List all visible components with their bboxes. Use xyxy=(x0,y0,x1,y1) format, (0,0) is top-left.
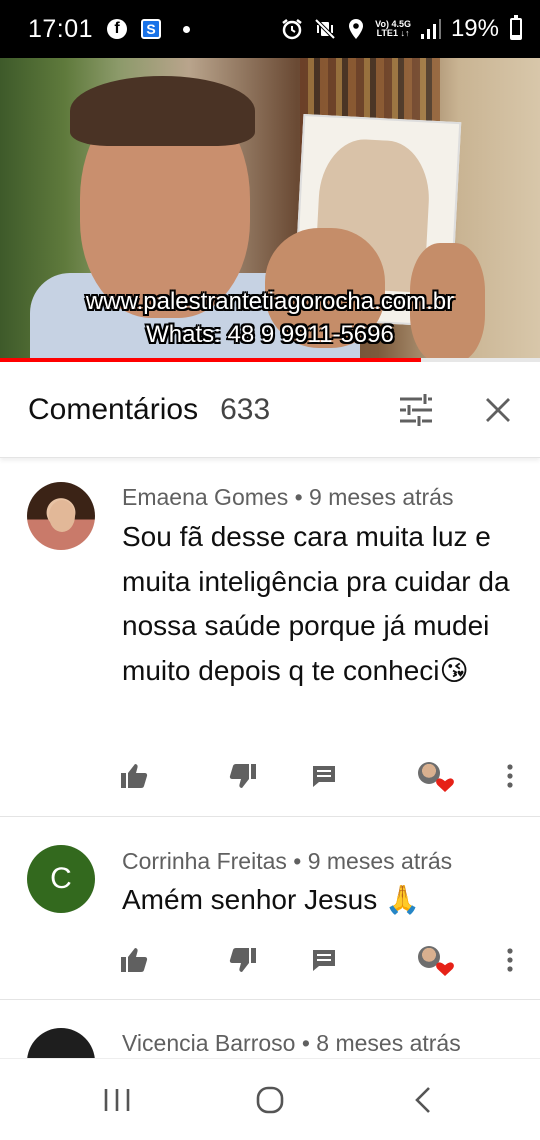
comment-actions xyxy=(0,756,540,796)
battery-icon xyxy=(510,15,522,40)
reply-icon xyxy=(313,950,335,971)
dot-icon xyxy=(183,25,191,33)
recent-apps-icon xyxy=(104,1088,129,1111)
reply-button[interactable] xyxy=(304,940,344,980)
comments-count: 633 xyxy=(220,392,271,426)
creator-heart-icon xyxy=(414,756,454,796)
home-button[interactable] xyxy=(240,1075,300,1125)
like-button[interactable] xyxy=(114,756,154,796)
signal-icon xyxy=(420,19,441,39)
status-time: 17:01 xyxy=(28,14,94,43)
video-caption-website: www.palestrantetiagorocha.com.br xyxy=(85,288,455,315)
home-icon xyxy=(256,1086,284,1113)
comment-author-time: Corrinha Freitas • 9 meses atrás xyxy=(122,848,453,874)
back-icon xyxy=(415,1086,431,1113)
battery-fill xyxy=(512,34,520,38)
comment-item: C Corrinha Freitas • 9 meses atrás Amém … xyxy=(0,817,540,999)
presenter-hair xyxy=(70,76,255,146)
comment-author-time: Emaena Gomes • 9 meses atrás xyxy=(122,484,454,510)
like-button[interactable] xyxy=(114,940,154,980)
network-bottom-label: LTE1 ↓↑ xyxy=(376,28,410,38)
like-icon xyxy=(121,764,148,788)
comment-actions xyxy=(0,940,540,980)
s-app-icon: S xyxy=(141,19,162,39)
more-options-icon xyxy=(507,948,513,972)
status-icons: Vo) 4.5G LTE1 ↓↑ 19% xyxy=(280,15,522,43)
sort-filter-icon[interactable] xyxy=(398,393,434,427)
comment-item: Vicencia Barroso • 8 meses atrás xyxy=(0,1000,540,1058)
dislike-icon xyxy=(229,764,256,788)
dislike-button[interactable] xyxy=(223,756,263,796)
avatar[interactable]: C xyxy=(27,845,95,913)
creator-heart-icon xyxy=(414,940,454,980)
comment-text: Sou fã desse cara muita luz e muita inte… xyxy=(122,521,510,686)
facebook-icon: f xyxy=(107,19,128,39)
alarm-icon xyxy=(282,19,302,40)
vibrate-mute-icon xyxy=(314,18,336,40)
location-icon xyxy=(349,19,364,39)
video-caption-whatsapp: Whats: 48 9 9911-5696 xyxy=(146,321,394,348)
more-options-button[interactable] xyxy=(490,756,530,796)
more-options-button[interactable] xyxy=(490,940,530,980)
avatar[interactable] xyxy=(27,482,95,550)
battery-percent: 19% xyxy=(450,15,499,42)
close-icon[interactable] xyxy=(484,396,512,424)
avatar-letter: C xyxy=(50,862,72,895)
comments-header: Comentários 633 xyxy=(0,362,540,458)
back-button[interactable] xyxy=(393,1075,453,1125)
status-bar: 17:01 f S Vo) 4.5G LTE1 ↓↑ 19% xyxy=(0,0,540,58)
more-options-icon xyxy=(507,764,513,788)
reply-button[interactable] xyxy=(304,756,344,796)
dislike-icon xyxy=(229,948,256,972)
comment-text: Amém senhor Jesus 🙏 xyxy=(122,884,420,915)
system-nav-bar xyxy=(0,1058,540,1140)
avatar-face xyxy=(49,500,75,532)
network-indicator: Vo) 4.5G LTE1 ↓↑ xyxy=(375,20,411,38)
comment-item: Emaena Gomes • 9 meses atrás Sou fã dess… xyxy=(0,458,540,816)
like-icon xyxy=(121,948,148,972)
avatar[interactable] xyxy=(27,1028,95,1058)
dislike-button[interactable] xyxy=(223,940,263,980)
comment-author-time: Vicencia Barroso • 8 meses atrás xyxy=(122,1030,461,1056)
recent-apps-button[interactable] xyxy=(87,1075,147,1125)
reply-icon xyxy=(313,766,335,787)
comments-title: Comentários xyxy=(28,392,199,426)
